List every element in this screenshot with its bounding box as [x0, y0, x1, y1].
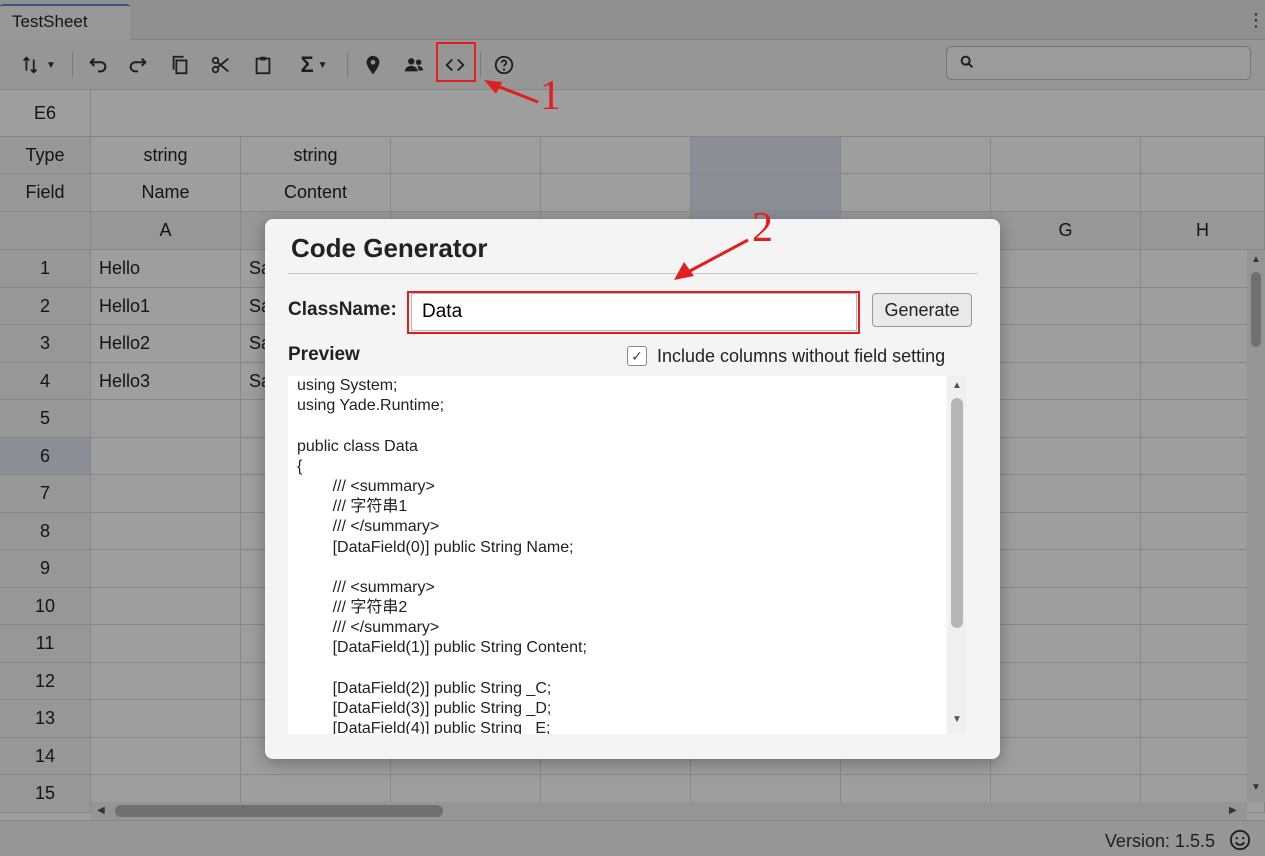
code-line: public class Data	[297, 437, 418, 455]
divider	[288, 273, 978, 274]
scroll-down-icon[interactable]: ▼	[952, 714, 962, 725]
annotation-label-1: 1	[540, 73, 561, 119]
code-line: using System;	[297, 377, 398, 394]
code-line: {	[297, 457, 303, 475]
classname-label: ClassName:	[288, 299, 397, 320]
code-line: /// <summary>	[297, 477, 435, 495]
annotation-box-1	[436, 42, 476, 82]
include-columns-checkbox[interactable]: ✓	[627, 346, 647, 366]
code-line: [DataField(2)] public String _C;	[297, 679, 552, 697]
code-line: using Yade.Runtime;	[297, 397, 445, 415]
annotation-arrow-1	[484, 80, 539, 104]
code-line: /// <summary>	[297, 578, 435, 596]
include-columns-label[interactable]: Include columns without field setting	[657, 346, 945, 367]
dialog-title: Code Generator	[291, 233, 488, 263]
code-line: /// </summary>	[297, 619, 440, 637]
code-line: /// 字符串2	[297, 599, 408, 617]
code-line: /// </summary>	[297, 518, 440, 536]
check-icon: ✓	[631, 347, 643, 364]
annotation-box-2	[407, 291, 860, 334]
code-line: [DataField(3)] public String _D;	[297, 700, 552, 717]
code-line: [DataField(4)] public String _E;	[297, 720, 551, 734]
annotation-label-2: 2	[752, 205, 773, 251]
scroll-thumb[interactable]	[951, 398, 963, 628]
code-line: /// 字符串1	[297, 498, 408, 516]
code-preview[interactable]: using System; using Yade.Runtime; public c…	[288, 376, 946, 734]
annotation-arrow-2	[674, 238, 749, 280]
code-scrollbar[interactable]: ▲ ▼	[948, 376, 966, 734]
generate-button[interactable]: Generate	[872, 293, 972, 327]
code-line: [DataField(1)] public String Content;	[297, 639, 587, 657]
scroll-up-icon[interactable]: ▲	[952, 380, 962, 391]
preview-label: Preview	[288, 344, 360, 365]
code-line: [DataField(0)] public String Name;	[297, 538, 574, 556]
